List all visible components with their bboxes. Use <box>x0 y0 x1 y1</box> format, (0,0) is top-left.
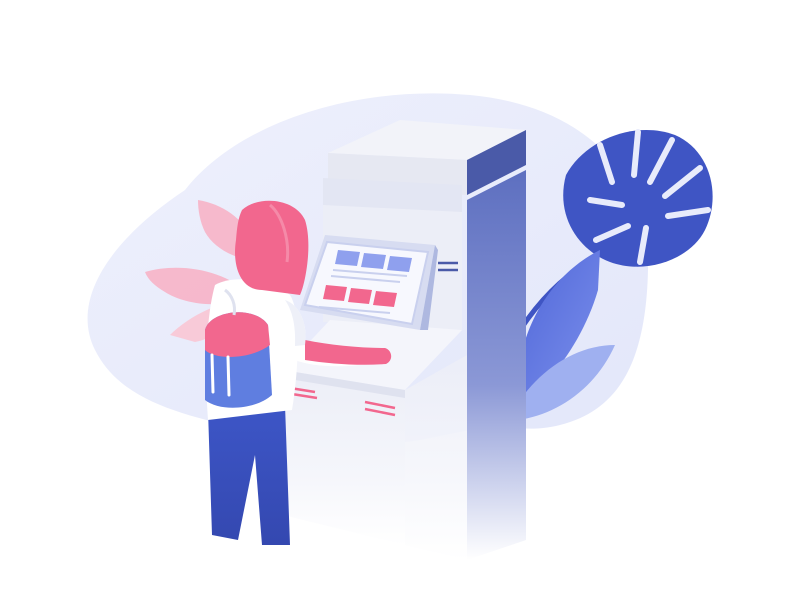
screen-button[interactable] <box>348 288 372 304</box>
screen-tile[interactable] <box>387 256 412 272</box>
hair <box>235 200 309 295</box>
kiosk-side-panel <box>467 170 526 560</box>
screen-button[interactable] <box>323 285 347 301</box>
screen-button[interactable] <box>373 291 397 307</box>
kiosk-illustration <box>87 93 713 560</box>
screen-tile[interactable] <box>361 253 386 269</box>
pants <box>208 405 290 545</box>
screen-tile[interactable] <box>335 250 360 266</box>
illustration-scene <box>0 0 800 600</box>
